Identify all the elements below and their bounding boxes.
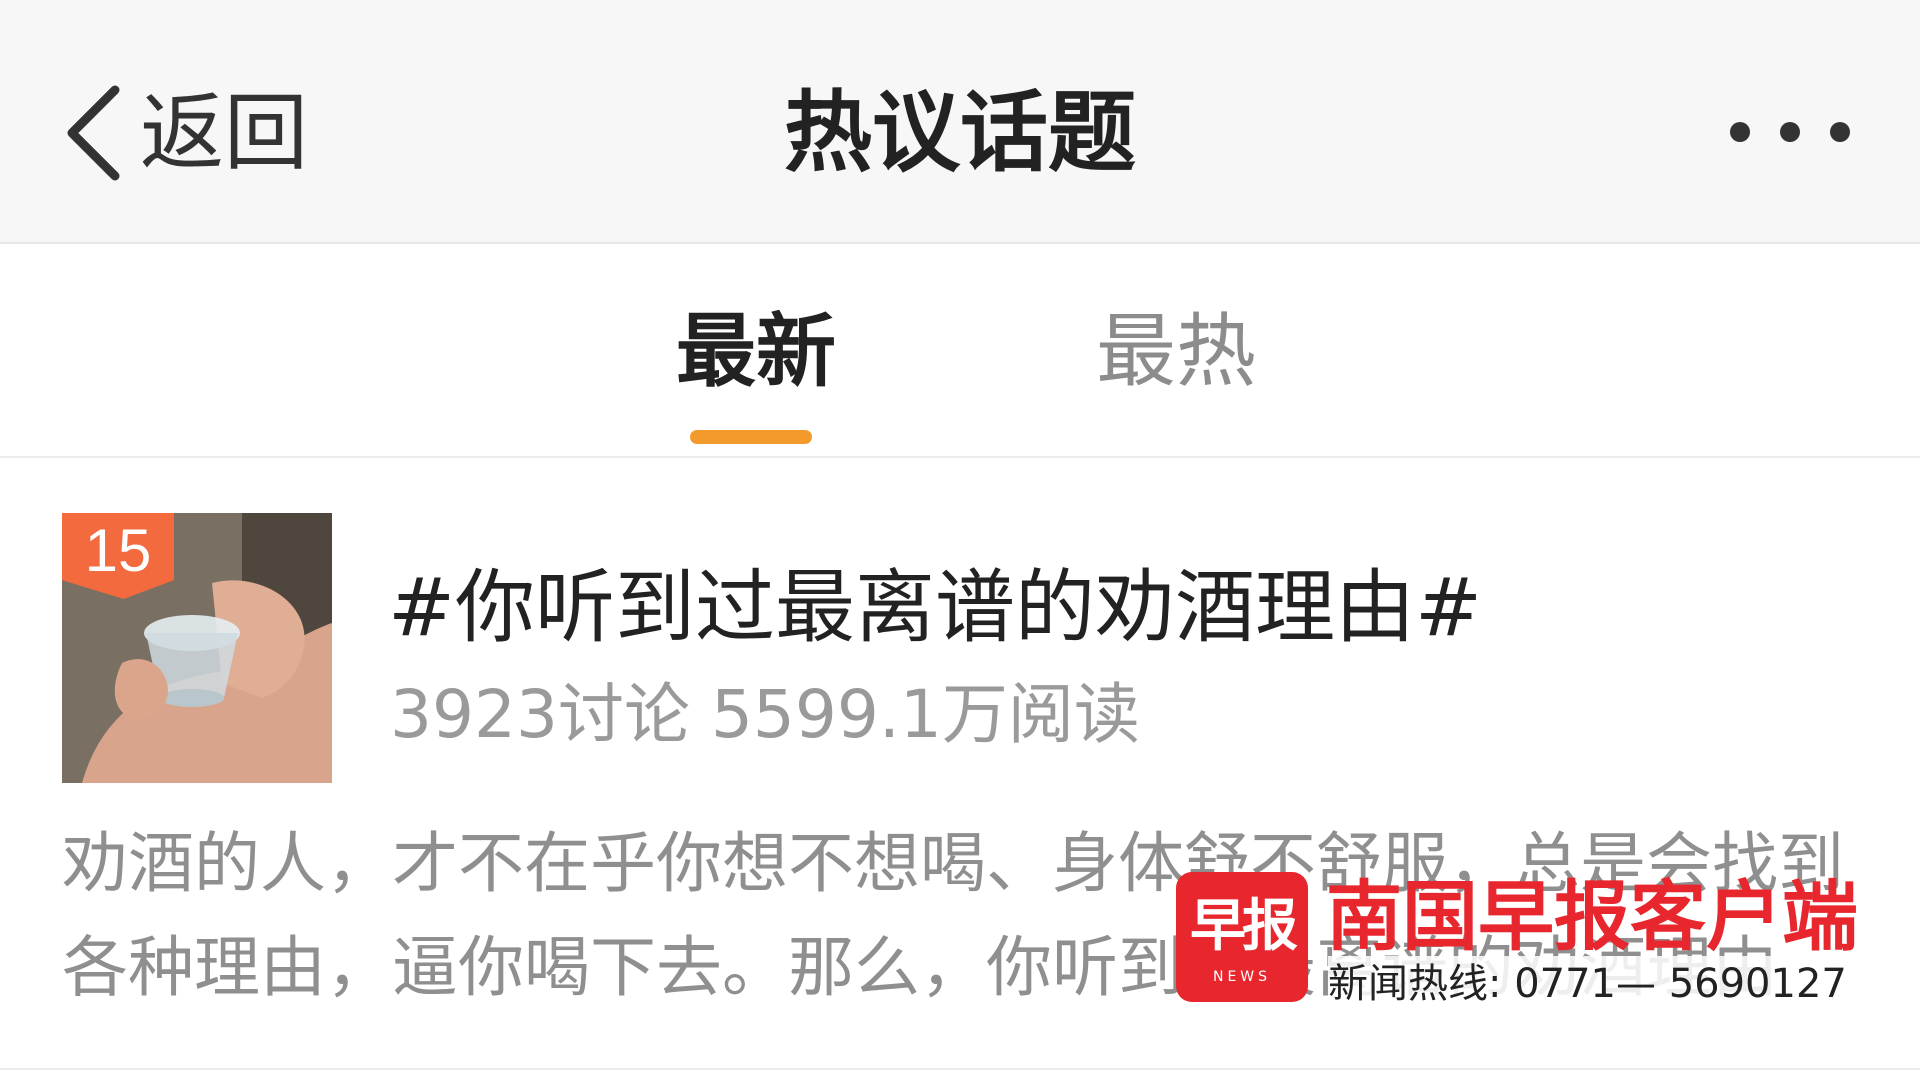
tab-hottest[interactable]: 最热 [1096,302,1256,402]
topic-title[interactable]: #你听到过最离谱的劝酒理由# [388,558,1482,658]
watermark-hotline: 新闻热线: 0771— 5690127 [1328,956,1847,1012]
dot [1830,122,1850,142]
page-title: 热议话题 [783,81,1136,184]
dot [1780,122,1800,142]
logo-subtext: NEWS [1212,969,1272,985]
more-dots-icon[interactable] [1730,112,1850,152]
logo-text: 早报 [1190,894,1298,959]
tab-bar: 最新 最热 [0,246,1920,458]
divider [0,1068,1920,1070]
watermark-name: 南国早报客户端 [1326,872,1858,961]
active-tab-indicator [690,430,812,444]
topic-stats: 3923讨论 5599.1万阅读 [390,676,1140,753]
dot [1730,122,1750,142]
tab-latest[interactable]: 最新 [676,302,836,402]
nav-bar: 返回 热议话题 [0,0,1920,244]
newspaper-logo: 早报 NEWS [1176,872,1308,1002]
